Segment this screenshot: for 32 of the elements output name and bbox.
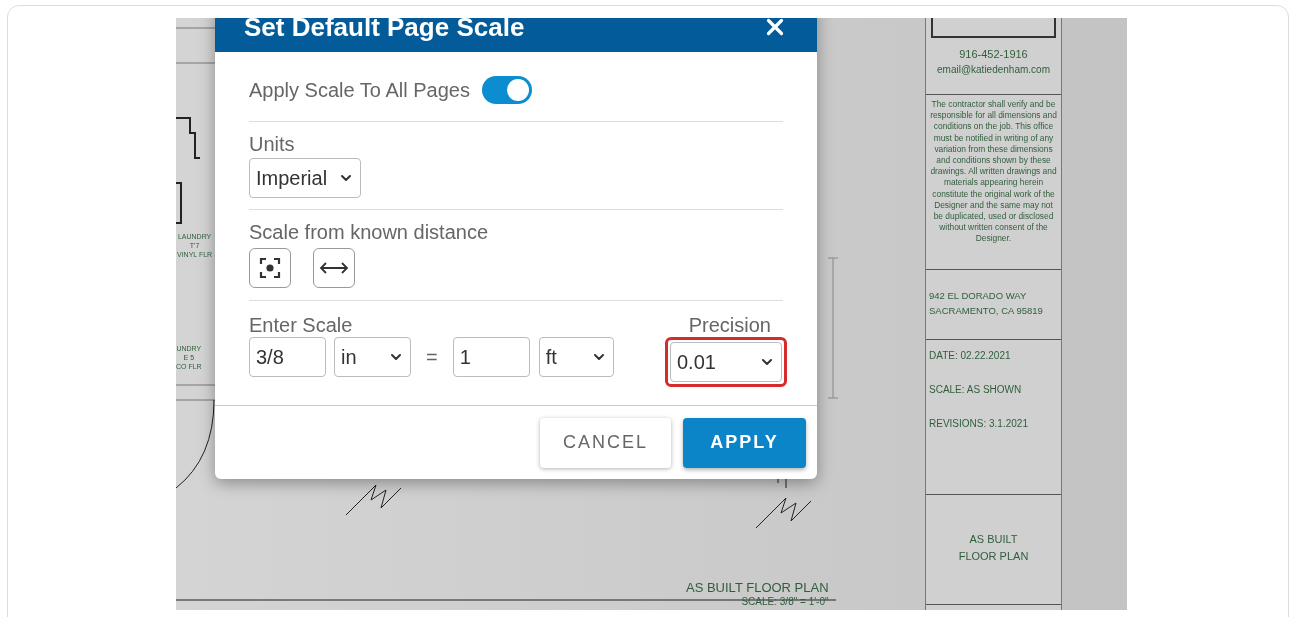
known-distance-label: Scale from known distance (249, 220, 489, 244)
real-value-field[interactable]: 1 (452, 337, 530, 377)
sheet-title: FLOOR PLAN (958, 549, 1029, 564)
plan-scale: SCALE: 3/8" = 1'-0" (741, 596, 829, 608)
focus-frame-icon (258, 256, 282, 280)
toggle-switch[interactable] (481, 75, 532, 104)
area-tool-button[interactable] (249, 248, 291, 288)
precision-label: Precision (688, 313, 771, 337)
disclaimer-text: The contractor shall verify and be responsible for all dimensions and conditions on the job. This office must be notified in writing of any variation from these dimensions and conditions shown by these drawings. All written drawings and materials appearing herein constitute the original work of the Designer and the same may not be duplicated, used or disclosed without written consent of the Designer. (929, 99, 1058, 245)
toggle-label: Apply Scale To All Pages (249, 77, 470, 103)
email-address: email@katiedenham.com (937, 63, 1050, 77)
enter-scale-label: Enter Scale (249, 313, 354, 337)
real-unit-select[interactable]: ft (538, 337, 614, 377)
apply-button[interactable]: APPLY (683, 417, 806, 468)
horizontal-arrows-icon (319, 261, 349, 275)
units-label: Units (249, 132, 296, 156)
precision-select[interactable]: 0.01 (670, 342, 782, 382)
sheet-info: SCALE: AS SHOWN (929, 383, 1023, 397)
units-select[interactable]: Imperial (249, 158, 361, 198)
cancel-button[interactable]: CANCEL (540, 417, 671, 468)
phone-number: 916-452-1916 (959, 47, 1028, 62)
distance-tool-button[interactable] (313, 248, 355, 288)
toggle-knob (506, 78, 529, 101)
sheet-title: AS BUILT (969, 532, 1018, 547)
sheet-info: REVISIONS: 3.1.2021 (929, 417, 1029, 431)
plan-title: AS BUILT FLOOR PLAN (686, 580, 829, 596)
address-line: 942 EL DORADO WAY (929, 289, 1028, 303)
page-value-field[interactable]: 3/8 (249, 337, 326, 377)
sheet-info: DATE: 02.22.2021 (929, 349, 1012, 363)
address-line: SACRAMENTO, CA 95819 (929, 304, 1044, 318)
page-unit-select[interactable]: in (334, 337, 411, 377)
equals-sign: = (426, 345, 438, 370)
